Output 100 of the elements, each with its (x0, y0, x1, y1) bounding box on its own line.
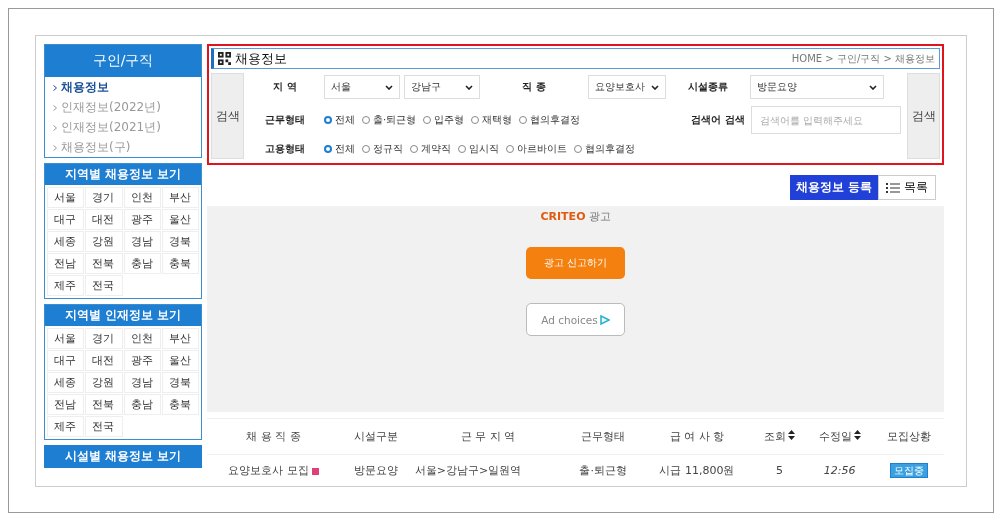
list-button[interactable]: 목록 (878, 175, 936, 200)
region-link[interactable]: 충북 (161, 394, 199, 415)
chevron-icon (53, 144, 57, 151)
sidebar-item[interactable]: 채용정보 (45, 77, 201, 97)
region-link[interactable]: 강원 (85, 372, 123, 393)
table-cell: 시급 11,800원 (659, 464, 735, 477)
region-link[interactable]: 제주 (47, 275, 85, 296)
region-link[interactable]: 전국 (85, 275, 123, 296)
region-link[interactable]: 강원 (85, 231, 123, 252)
region-link[interactable]: 울산 (161, 209, 199, 230)
column-header: 모집상황 (873, 418, 944, 455)
table-cell: 서울>강남구>일원역 (414, 464, 522, 477)
keyword-field[interactable]: 검색어를 입력해주세요 (751, 106, 901, 134)
chevron-icon (53, 84, 57, 91)
region-link[interactable]: 충남 (123, 253, 161, 274)
radio-option[interactable]: 아르바이트 (506, 142, 567, 156)
column-header: 채 용 직 종 (207, 418, 341, 455)
table-cell[interactable]: 요양보호사 모집 (228, 464, 309, 477)
region-link[interactable]: 울산 (161, 350, 199, 371)
region-link[interactable]: 세종 (47, 372, 85, 393)
radio-option[interactable]: 입주형 (423, 113, 465, 127)
region-link[interactable]: 경남 (123, 231, 161, 252)
region-link[interactable]: 전북 (85, 253, 123, 274)
radio-option[interactable]: 협의후결정 (519, 113, 581, 127)
region-link[interactable]: 부산 (161, 187, 199, 208)
region-link[interactable]: 전북 (85, 394, 123, 415)
ad-label: 광고 (588, 209, 611, 224)
region-link[interactable]: 광주 (123, 350, 161, 371)
region-link[interactable]: 대구 (47, 209, 85, 230)
radio-option[interactable]: 전체 (324, 142, 355, 156)
sidebar-title: 구인/구직 (45, 45, 201, 77)
list-icon (886, 181, 900, 194)
table-cell: 출·퇴근형 (579, 464, 627, 477)
field-label: 검색어 검색 (690, 113, 746, 127)
panel-heading: 지역별 인재정보 보기 (45, 305, 201, 326)
region-link[interactable]: 경남 (123, 372, 161, 393)
field-label: 시설종류 (687, 80, 729, 94)
radio-option[interactable]: 정규직 (362, 142, 403, 156)
field-label: 직 종 (521, 80, 547, 94)
field-label: 지 역 (272, 80, 298, 94)
table-cell: 12:56 (823, 464, 856, 477)
radio-option[interactable]: 재택형 (471, 113, 513, 127)
radio-option[interactable]: 출·퇴근형 (362, 113, 417, 127)
page-title: 채용정보 (235, 49, 287, 68)
region-link[interactable]: 전남 (47, 253, 85, 274)
region-link[interactable]: 충남 (123, 394, 161, 415)
region-link[interactable]: 경북 (161, 372, 199, 393)
table-cell: 5 (776, 464, 783, 477)
region-link[interactable]: 경기 (85, 187, 123, 208)
region-select[interactable]: 서울 (324, 75, 400, 99)
district-select[interactable]: 강남구 (404, 75, 480, 99)
column-header[interactable]: 조회 (753, 418, 806, 455)
caret-icon (385, 84, 393, 90)
job-select[interactable]: 요양보호사 (588, 75, 666, 99)
radio-option[interactable]: 전체 (324, 113, 355, 127)
radio-option[interactable]: 임시직 (458, 142, 499, 156)
table-cell: 방문요양 (353, 464, 398, 477)
region-link[interactable]: 부산 (161, 328, 199, 349)
region-link[interactable]: 대전 (85, 209, 123, 230)
region-link[interactable]: 대전 (85, 350, 123, 371)
play-icon (599, 314, 610, 325)
region-link[interactable]: 전국 (85, 416, 123, 437)
region-link[interactable]: 광주 (123, 209, 161, 230)
region-link[interactable]: 서울 (47, 328, 85, 349)
column-header: 급 여 사 항 (640, 418, 754, 455)
region-link[interactable]: 대구 (47, 350, 85, 371)
facility-select[interactable]: 방문요양 (750, 75, 884, 99)
grid-icon (218, 52, 231, 65)
breadcrumb: HOME > 구인/구직 > 채용정보 (791, 51, 935, 66)
panel-heading: 시설별 채용정보 보기 (44, 445, 202, 468)
chevron-icon (53, 104, 57, 111)
register-button[interactable]: 채용정보 등록 (790, 175, 878, 200)
region-link[interactable]: 경북 (161, 231, 199, 252)
panel-heading: 지역별 채용정보 보기 (45, 164, 201, 185)
region-link[interactable]: 인천 (123, 328, 161, 349)
radio-option[interactable]: 협의후결정 (574, 142, 635, 156)
ad-choices-button[interactable]: Ad choices (526, 303, 625, 336)
field-label: 고용형태 (264, 142, 306, 156)
ad-brand-logo: CRITEO (540, 210, 586, 223)
caret-icon (651, 84, 659, 90)
region-link[interactable]: 세종 (47, 231, 85, 252)
column-header: 근 무 지 역 (410, 418, 566, 455)
sort-icon (788, 430, 795, 440)
chevron-icon (53, 124, 57, 131)
search-button[interactable]: 검색 (211, 73, 244, 159)
sort-icon (853, 430, 861, 440)
column-header[interactable]: 수정일 (805, 418, 874, 455)
region-link[interactable]: 서울 (47, 187, 85, 208)
radio-option[interactable]: 계약직 (410, 142, 451, 156)
region-link[interactable]: 충북 (161, 253, 199, 274)
column-header: 시설구분 (340, 418, 411, 455)
region-link[interactable]: 전남 (47, 394, 85, 415)
column-header: 근무형태 (565, 418, 641, 455)
region-link[interactable]: 제주 (47, 416, 85, 437)
caret-icon (869, 84, 877, 90)
field-label: 근무형태 (264, 113, 306, 127)
region-link[interactable]: 경기 (85, 328, 123, 349)
region-link[interactable]: 인천 (123, 187, 161, 208)
caret-icon (465, 84, 473, 90)
search-button[interactable]: 검색 (907, 73, 940, 159)
